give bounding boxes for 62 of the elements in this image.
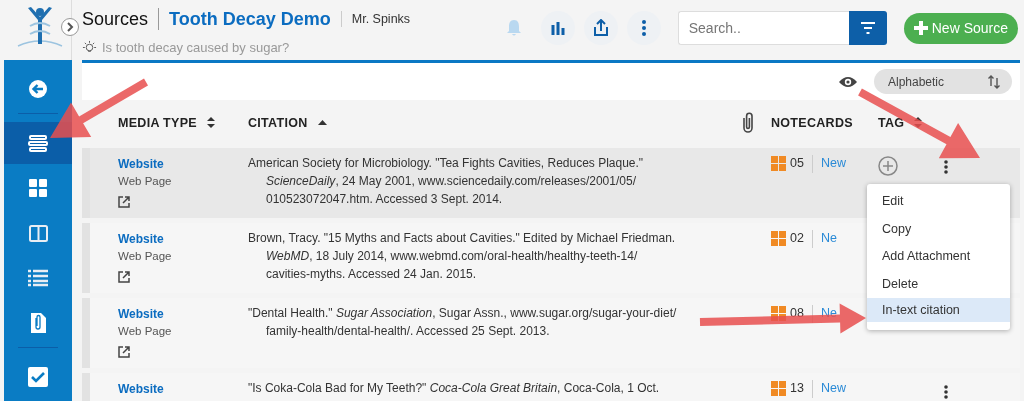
sort-order-icon bbox=[987, 74, 1000, 89]
notecards-icon bbox=[771, 231, 786, 246]
bar-chart-icon bbox=[549, 21, 566, 35]
user-name: Mr. Spinks bbox=[351, 12, 411, 26]
sort-ascending-icon[interactable] bbox=[317, 119, 327, 126]
external-link-icon[interactable] bbox=[118, 271, 130, 283]
checkbox-icon bbox=[28, 367, 48, 387]
expand-button[interactable] bbox=[61, 18, 79, 36]
media-type-link[interactable]: Website bbox=[118, 156, 248, 172]
filter-icon bbox=[859, 22, 876, 34]
sort-icon[interactable] bbox=[206, 116, 215, 129]
search-field[interactable]: Search.. bbox=[677, 11, 849, 45]
citation-text: "Dental Health." Sugar Association, Sugar Assn., www.sugar.org/sugar-your-diet/ family-health/dental-health/. Accessed 25 Sept. 2013. bbox=[248, 305, 678, 340]
media-type-link[interactable]: Website bbox=[118, 231, 248, 247]
list-icon bbox=[28, 269, 48, 287]
menu-item[interactable]: Edit bbox=[867, 188, 1010, 216]
citation-text: American Society for Microbiology. "Tea Fights Cavities, Reduces Plaque." ScienceDaily, 24 May 2001, www.sciencedaily.com/releases/2001/05/ 010523072047.htm. Accessed 3 Sept. 2014. bbox=[248, 155, 645, 208]
external-link-icon[interactable] bbox=[118, 346, 130, 358]
more-icon[interactable] bbox=[944, 160, 948, 174]
media-type-link[interactable]: Website bbox=[118, 306, 248, 322]
notecards-icon bbox=[771, 381, 786, 396]
project-title: Tooth Decay Demo bbox=[169, 8, 331, 30]
column-header[interactable]: NOTECARDS bbox=[771, 115, 853, 130]
lightbulb-icon bbox=[82, 40, 97, 55]
menu-item[interactable]: Copy bbox=[867, 215, 1010, 243]
chart-button[interactable] bbox=[540, 11, 575, 45]
menu-item[interactable]: In-text citation bbox=[867, 298, 1010, 322]
citation-text: "Is Coka-Cola Bad for My Teeth?" Coca-Cola Great Britain, Coca-Cola, 1 Oct. bbox=[248, 380, 661, 397]
more-icon bbox=[641, 20, 646, 36]
chevron-right-icon bbox=[65, 22, 75, 32]
attachment-document-icon bbox=[29, 312, 47, 334]
external-link-icon[interactable] bbox=[118, 196, 130, 208]
new-notecard-link[interactable]: New bbox=[820, 381, 846, 396]
notecard-count: 05 bbox=[790, 156, 804, 171]
more-icon[interactable] bbox=[944, 385, 948, 399]
menu-item[interactable]: Add Attachment bbox=[867, 243, 1010, 271]
more-button[interactable] bbox=[626, 11, 661, 45]
books-icon bbox=[27, 134, 49, 152]
research-question: Is tooth decay caused by sugar? bbox=[102, 40, 290, 55]
citation-text: Brown, Tracy. "15 Myths and Facts about Cavities." Edited by Michael Friedman. WebMD, 18 July 2014, www.webmd.com/oral-health/healthy-teeth-14/ cavities-myths. Accessed 24 Jan. 2015. bbox=[248, 230, 677, 283]
media-subtype: Web Page bbox=[118, 324, 173, 339]
column-header[interactable]: CITATION bbox=[248, 115, 308, 130]
media-subtype: Web Page bbox=[118, 174, 173, 189]
column-header[interactable]: MEDIA TYPE bbox=[118, 115, 197, 130]
media-type-link[interactable]: Website bbox=[118, 381, 248, 397]
filter-button[interactable] bbox=[848, 11, 887, 45]
notecard-count: 13 bbox=[790, 381, 804, 396]
share-button[interactable] bbox=[583, 11, 618, 45]
menu-item[interactable]: Delete bbox=[867, 270, 1010, 298]
grid-icon bbox=[29, 179, 47, 197]
page-title: Sources bbox=[82, 8, 149, 30]
sort-dropdown[interactable]: Alphabetic bbox=[874, 69, 1012, 94]
sidebar-item[interactable] bbox=[4, 122, 72, 164]
add-tag-icon[interactable] bbox=[878, 156, 898, 176]
share-icon bbox=[592, 19, 609, 37]
column-header[interactable]: TAG bbox=[878, 115, 905, 130]
columns-icon bbox=[28, 224, 48, 242]
notecard-count: 02 bbox=[790, 231, 804, 246]
plus-icon bbox=[913, 21, 928, 35]
media-subtype: Web Page bbox=[118, 249, 173, 264]
notecards-icon bbox=[771, 156, 786, 171]
eye-icon[interactable] bbox=[838, 74, 858, 89]
